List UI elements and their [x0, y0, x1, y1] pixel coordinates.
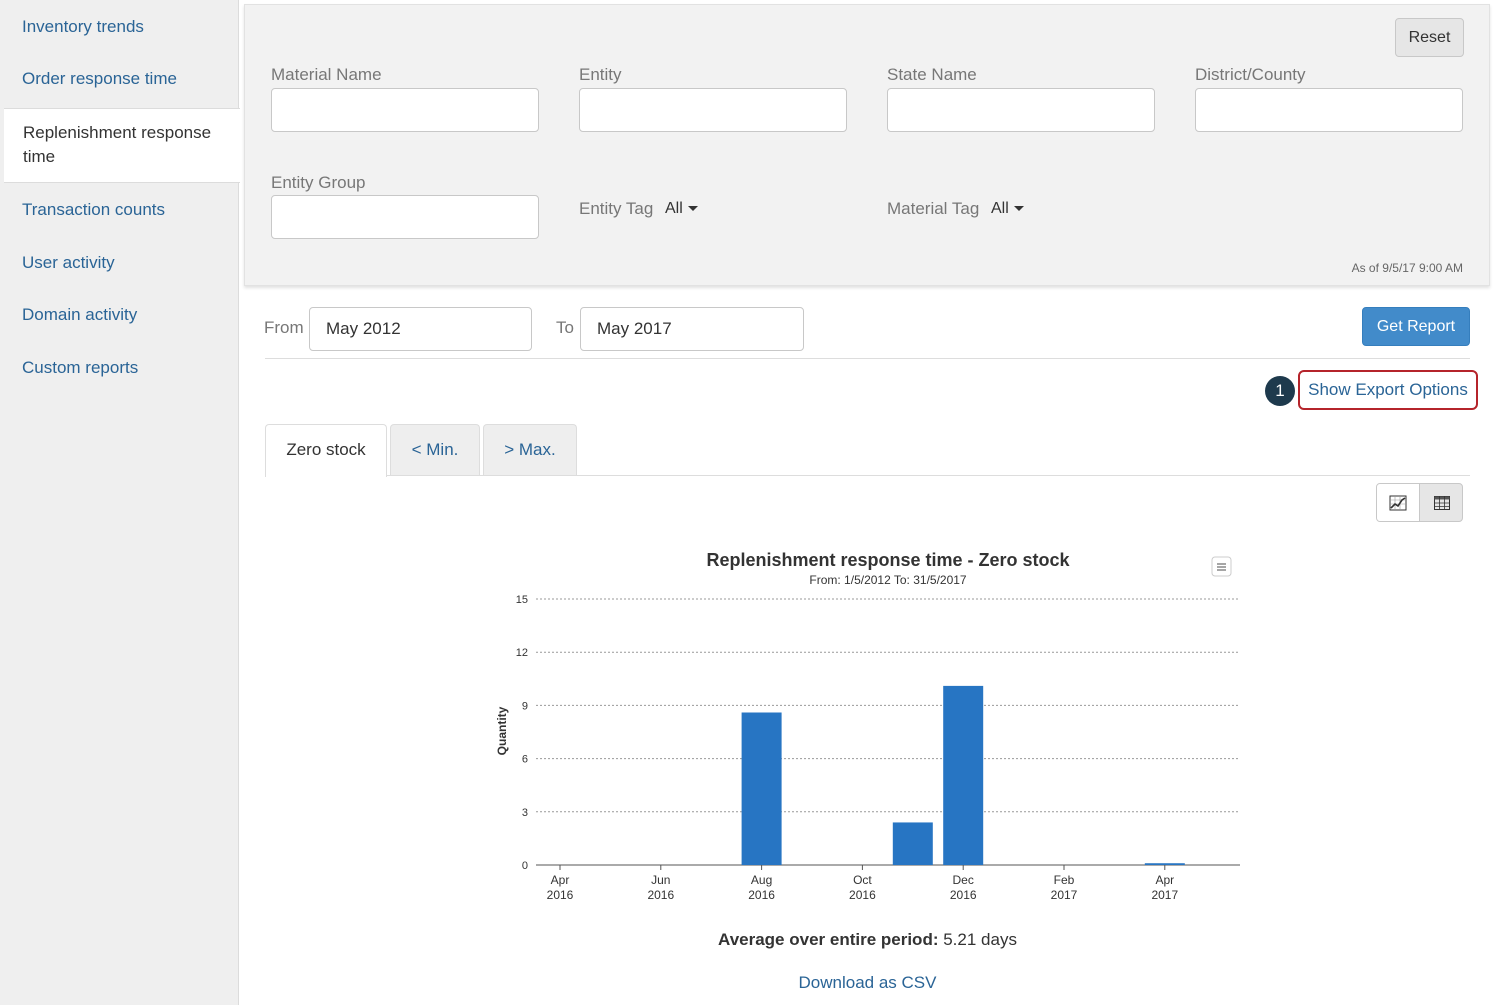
x-tick-label-year: 2016 [950, 888, 977, 902]
bar-dec-2016 [943, 685, 984, 865]
x-tick-label-month: Jun [651, 873, 670, 887]
from-date-input[interactable]: May 2012 [309, 307, 532, 351]
y-tick-label: 6 [522, 754, 528, 766]
chart-title: Replenishment response time - Zero stock [706, 550, 1070, 570]
sidebar-item-transaction-counts[interactable]: Transaction counts [0, 198, 239, 222]
table-view-button[interactable] [1420, 484, 1462, 521]
average-summary: Average over entire period: 5.21 days [560, 930, 1175, 950]
y-axis-title: Quantity [495, 706, 509, 755]
entity-tag-value: All [665, 200, 683, 217]
x-tick-label-month: Feb [1054, 873, 1075, 887]
bar-chart: Replenishment response time - Zero stock… [495, 550, 1240, 902]
entity-group-input[interactable] [271, 195, 539, 239]
average-label: Average over entire period: [718, 930, 939, 949]
material-name-input[interactable] [271, 88, 539, 132]
entity-label: Entity [579, 65, 622, 84]
x-tick-label-year: 2016 [647, 888, 674, 902]
reset-button[interactable]: Reset [1395, 18, 1464, 57]
x-tick-label-month: Oct [853, 873, 872, 887]
material-tag-dropdown[interactable]: All [991, 200, 1024, 218]
x-tick-label-year: 2016 [849, 888, 876, 902]
bar-aug-2016 [741, 712, 782, 865]
sidebar-item-user-activity[interactable]: User activity [0, 251, 239, 275]
state-name-label: State Name [887, 65, 977, 84]
bar-nov-2016 [892, 822, 933, 865]
x-tick-label-month: Aug [751, 873, 772, 887]
from-label: From [264, 318, 304, 337]
caret-down-icon [1013, 206, 1024, 212]
entity-group-label: Entity Group [271, 173, 366, 192]
bar-apr-2017 [1144, 863, 1185, 865]
to-date-input[interactable]: May 2017 [580, 307, 804, 351]
download-csv-link[interactable]: Download as CSV [700, 973, 1035, 993]
x-tick-label-month: Apr [551, 873, 570, 887]
y-tick-label: 3 [522, 807, 528, 819]
chart-subtitle: From: 1/5/2012 To: 31/5/2017 [809, 573, 967, 587]
material-name-label: Material Name [271, 65, 382, 84]
sidebar-item-custom-reports[interactable]: Custom reports [0, 356, 239, 380]
tab-zero-stock[interactable]: Zero stock [265, 424, 387, 477]
y-tick-label: 12 [516, 647, 528, 659]
step-badge: 1 [1265, 376, 1295, 406]
show-export-options-link[interactable]: Show Export Options [1298, 370, 1478, 410]
chart-icon [1389, 495, 1407, 510]
x-tick-label-year: 2017 [1051, 888, 1078, 902]
tab-max[interactable]: > Max. [483, 424, 577, 476]
entity-tag-label: Entity Tag [579, 199, 654, 218]
table-icon [1433, 495, 1450, 510]
state-name-input[interactable] [887, 88, 1155, 132]
material-tag-value: All [991, 200, 1009, 217]
to-label: To [556, 318, 574, 337]
entity-tag-dropdown[interactable]: All [665, 200, 698, 218]
material-tag-label: Material Tag [887, 199, 980, 218]
divider [265, 358, 1470, 359]
x-tick-label-month: Dec [953, 873, 974, 887]
chart-menu-button[interactable] [1211, 556, 1232, 577]
entity-input[interactable] [579, 88, 847, 132]
sidebar-item-order-response-time[interactable]: Order response time [0, 67, 239, 91]
caret-down-icon [687, 206, 698, 212]
get-report-button[interactable]: Get Report [1362, 307, 1470, 346]
x-tick-label-year: 2016 [547, 888, 574, 902]
as-of-timestamp: As of 9/5/17 9:00 AM [1351, 261, 1463, 275]
chart-view-button[interactable] [1377, 484, 1420, 521]
sidebar: Inventory trends Order response time Rep… [0, 0, 240, 1005]
district-county-input[interactable] [1195, 88, 1463, 132]
district-county-label: District/County [1195, 65, 1306, 84]
x-tick-label-month: Apr [1155, 873, 1174, 887]
tab-min[interactable]: < Min. [390, 424, 480, 476]
x-tick-label-year: 2017 [1151, 888, 1178, 902]
filter-panel: Reset Material Name Entity State Name Di… [244, 4, 1490, 286]
average-value: 5.21 days [938, 930, 1017, 949]
y-tick-label: 15 [516, 594, 528, 606]
sidebar-item-inventory-trends[interactable]: Inventory trends [0, 15, 239, 39]
sidebar-item-domain-activity[interactable]: Domain activity [0, 303, 239, 327]
sidebar-item-replenishment-response-time[interactable]: Replenishment response time [4, 108, 240, 183]
x-tick-label-year: 2016 [748, 888, 775, 902]
tab-divider [265, 475, 1470, 476]
y-tick-label: 9 [522, 700, 528, 712]
view-toggle-group [1376, 483, 1463, 522]
y-tick-label: 0 [522, 860, 528, 872]
